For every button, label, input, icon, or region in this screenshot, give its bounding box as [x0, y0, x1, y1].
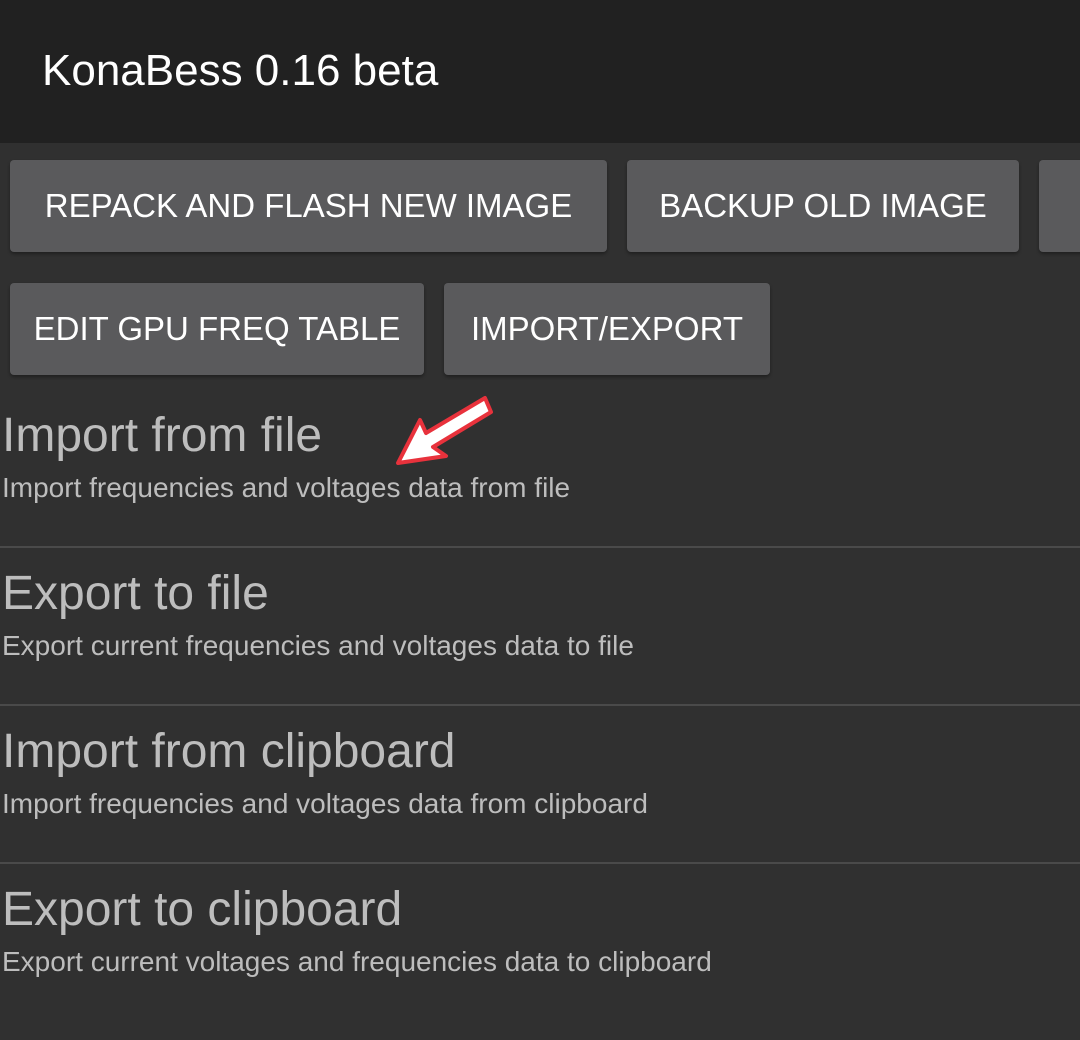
list-item-import-from-clipboard[interactable]: Import from clipboard Import frequencies…: [0, 706, 1080, 864]
item-subtitle: Export current voltages and frequencies …: [2, 946, 712, 977]
item-title: Import from clipboard: [2, 725, 456, 778]
item-title: Export to file: [2, 567, 269, 620]
repack-and-flash-button[interactable]: REPACK AND FLASH NEW IMAGE: [10, 160, 607, 252]
edit-gpu-freq-table-button[interactable]: EDIT GPU FREQ TABLE: [10, 283, 424, 375]
import-export-button[interactable]: IMPORT/EXPORT: [444, 283, 770, 375]
overflow-button[interactable]: [1039, 160, 1080, 252]
list-item-export-to-clipboard[interactable]: Export to clipboard Export current volta…: [0, 864, 1080, 1022]
backup-old-image-button[interactable]: BACKUP OLD IMAGE: [627, 160, 1019, 252]
item-subtitle: Export current frequencies and voltages …: [2, 630, 634, 661]
app-title: KonaBess 0.16 beta: [42, 46, 439, 95]
item-title: Export to clipboard: [2, 883, 403, 936]
list-item-export-to-file[interactable]: Export to file Export current frequencie…: [0, 548, 1080, 706]
item-subtitle: Import frequencies and voltages data fro…: [2, 472, 571, 503]
list-item-import-from-file[interactable]: Import from file Import frequencies and …: [0, 390, 1080, 548]
item-subtitle: Import frequencies and voltages data fro…: [2, 788, 648, 819]
annotation-arrow-icon: [396, 396, 493, 465]
item-title: Import from file: [2, 409, 323, 462]
app-bar: KonaBess 0.16 beta: [0, 0, 1080, 143]
